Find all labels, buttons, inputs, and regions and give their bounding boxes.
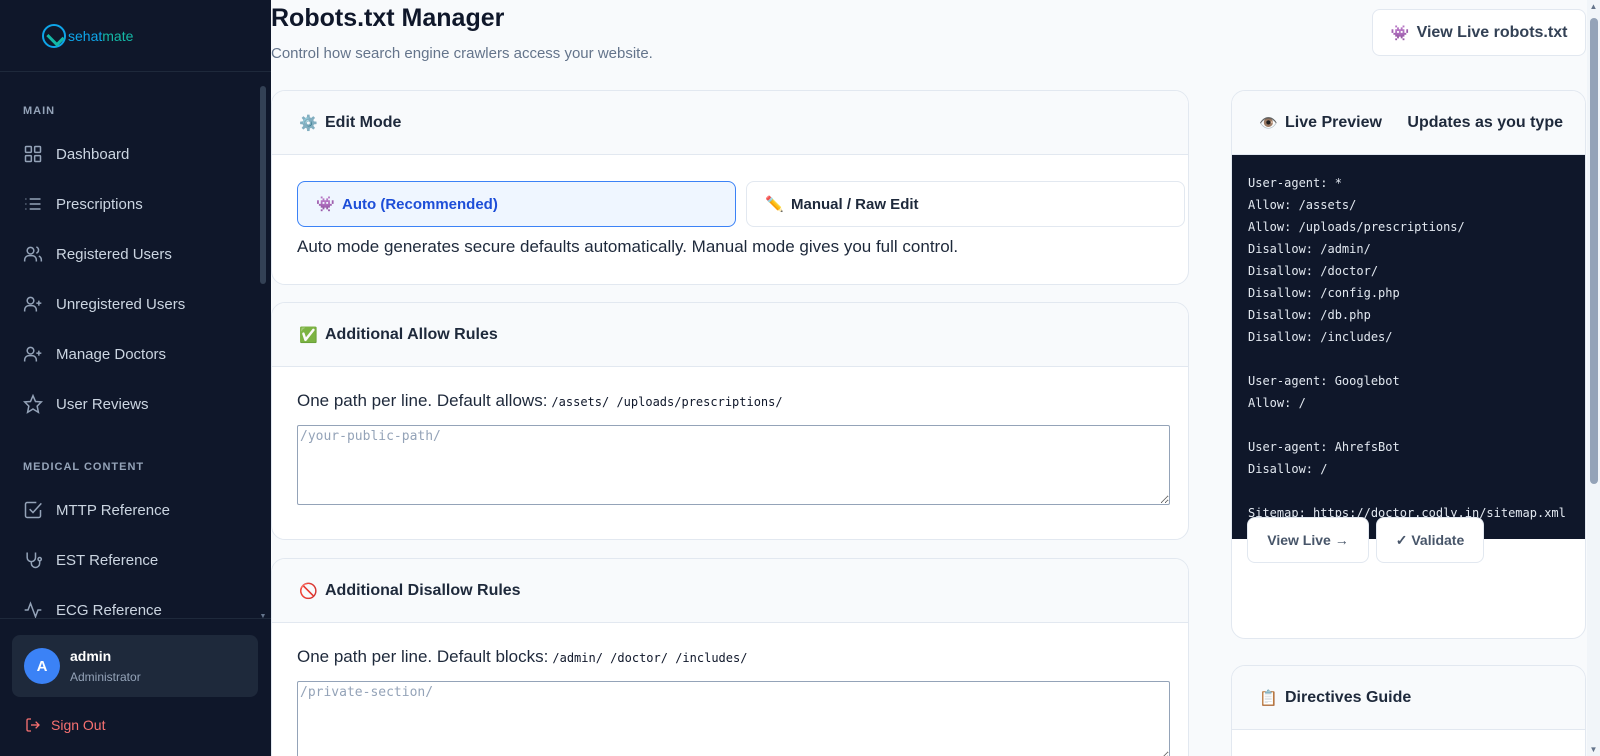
view-live-button[interactable]: View Live → [1247, 517, 1369, 563]
edit-mode-card: ⚙️ Edit Mode 👾 Auto (Recommended) ✏️ Man… [271, 90, 1189, 285]
disallow-rules-title: Additional Disallow Rules [325, 581, 521, 599]
sidebar-item-est-reference[interactable]: EST Reference [0, 535, 271, 585]
sidebar-nav: MAIN Dashboard Prescriptions Registered … [0, 73, 271, 618]
checkbox-icon [24, 501, 42, 519]
sidebar-scroll-thumb[interactable] [260, 86, 266, 284]
no-entry-icon: 🚫 [299, 582, 318, 600]
manual-mode-label: Manual / Raw Edit [791, 195, 919, 213]
directives-guide-title: Directives Guide [1285, 688, 1412, 706]
edit-mode-header: ⚙️ Edit Mode [272, 91, 1188, 155]
robot-icon: 👾 [316, 196, 335, 213]
sidebar-item-manage-doctors[interactable]: Manage Doctors [0, 329, 271, 379]
check-box-icon: ✅ [299, 326, 318, 344]
sidebar-item-mttp-reference[interactable]: MTTP Reference [0, 485, 271, 535]
allow-defaults: /assets/ /uploads/prescriptions/ [551, 395, 783, 409]
user-card[interactable]: A admin Administrator [12, 635, 258, 697]
sidebar-item-label: User Reviews [56, 395, 149, 413]
user-plus-icon [23, 296, 42, 312]
sidebar-item-label: MTTP Reference [56, 501, 170, 519]
validate-button[interactable]: ✓ Validate [1376, 517, 1484, 563]
live-preview-title: Live Preview [1285, 113, 1382, 131]
sidebar-item-label: Manage Doctors [56, 345, 167, 363]
manual-mode-button[interactable]: ✏️ Manual / Raw Edit [746, 181, 1185, 227]
updates-badge: Updates as you type [1407, 113, 1563, 131]
allow-rules-hint: One path per line. Default allows:/asset… [297, 391, 783, 410]
sidebar-item-label: Dashboard [56, 145, 130, 163]
edit-mode-note: Auto mode generates secure defaults auto… [297, 237, 959, 256]
page-scrollbar[interactable]: ▲ ▼ [1587, 0, 1600, 756]
user-role: Administrator [70, 670, 141, 684]
allow-rules-header: ✅ Additional Allow Rules [272, 303, 1188, 367]
live-preview-header: 👁️ Live Preview Updates as you type [1232, 91, 1585, 155]
sidebar-scrollbar[interactable]: ▼ [259, 84, 267, 620]
logout-icon [26, 718, 40, 732]
auto-mode-button[interactable]: 👾 Auto (Recommended) [297, 181, 736, 227]
scroll-up-arrow-icon[interactable]: ▲ [1587, 2, 1600, 11]
sidebar-item-dashboard[interactable]: Dashboard [0, 129, 271, 179]
disallow-defaults: /admin/ /doctor/ /includes/ [552, 651, 748, 665]
sidebar-item-prescriptions[interactable]: Prescriptions [0, 179, 271, 229]
sidebar-item-label: Unregistered Users [56, 295, 186, 313]
directives-guide-header: 📋 Directives Guide [1232, 666, 1585, 730]
page-scroll-thumb[interactable] [1590, 18, 1598, 484]
logo-icon [42, 23, 66, 48]
scroll-down-arrow-icon[interactable]: ▼ [1587, 745, 1600, 754]
live-preview-card: 👁️ Live Preview Updates as you type User… [1231, 90, 1586, 639]
disallow-rules-hint: One path per line. Default blocks:/admin… [297, 647, 748, 666]
sidebar-item-ecg-reference[interactable]: ECG Reference [0, 585, 271, 618]
activity-icon [24, 601, 42, 618]
logo-text: sehatmate [68, 27, 134, 44]
sign-out-label: Sign Out [51, 717, 106, 733]
nav-section-medical-content: MEDICAL CONTENT [23, 461, 145, 473]
sidebar-item-user-reviews[interactable]: User Reviews [0, 379, 271, 429]
page-title: Robots.txt Manager [271, 4, 505, 32]
view-live-robots-button[interactable]: 👾 View Live robots.txt [1372, 9, 1586, 56]
allow-rules-card: ✅ Additional Allow Rules One path per li… [271, 302, 1189, 540]
user-plus-icon [23, 346, 42, 362]
eye-icon: 👁️ [1259, 114, 1278, 132]
avatar: A [24, 648, 60, 684]
grid-icon [24, 145, 42, 163]
sign-out-link[interactable]: Sign Out [25, 717, 105, 733]
pencil-icon: ✏️ [765, 196, 784, 213]
disallow-rules-card: 🚫 Additional Disallow Rules One path per… [271, 558, 1189, 756]
disallow-rules-textarea[interactable] [297, 681, 1170, 756]
edit-mode-title: Edit Mode [325, 113, 402, 131]
star-icon [23, 394, 43, 414]
allow-rules-title: Additional Allow Rules [325, 325, 498, 343]
auto-mode-label: Auto (Recommended) [342, 195, 498, 213]
allow-rules-textarea[interactable] [297, 425, 1170, 505]
view-live-robots-label: View Live robots.txt [1416, 23, 1568, 41]
sidebar-item-label: Prescriptions [56, 195, 143, 213]
page-subtitle: Control how search engine crawlers acces… [271, 45, 653, 62]
robot-icon: 👾 [1390, 24, 1410, 42]
stethoscope-icon [26, 552, 43, 569]
sidebar-item-unregistered-users[interactable]: Unregistered Users [0, 279, 271, 329]
sidebar-item-label: Registered Users [56, 245, 172, 263]
preview-actions: View Live → ✓ Validate [1247, 517, 1484, 563]
mode-toggle: 👾 Auto (Recommended) ✏️ Manual / Raw Edi… [297, 181, 1185, 227]
clipboard-icon: 📋 [1259, 689, 1278, 707]
disallow-rules-header: 🚫 Additional Disallow Rules [272, 559, 1188, 623]
list-icon [25, 198, 41, 210]
gear-icon: ⚙️ [299, 114, 318, 132]
brand-header: sehatmate [0, 0, 271, 72]
main-content: Robots.txt Manager Control how search en… [271, 0, 1587, 756]
user-name: admin [70, 648, 112, 664]
directives-guide-card: 📋 Directives Guide [1231, 665, 1586, 756]
sidebar-footer: A admin Administrator Sign Out [0, 618, 271, 756]
robots-preview-code: User-agent: * Allow: /assets/ Allow: /up… [1232, 155, 1585, 539]
sidebar-item-label: ECG Reference [56, 601, 162, 619]
sidebar-item-label: EST Reference [56, 551, 159, 569]
sehatmate-logo[interactable]: sehatmate [42, 23, 134, 48]
users-icon [23, 246, 43, 262]
nav-section-main: MAIN [23, 105, 56, 117]
sidebar-item-registered-users[interactable]: Registered Users [0, 229, 271, 279]
sidebar: sehatmate MAIN Dashboard Prescriptions R… [0, 0, 271, 756]
